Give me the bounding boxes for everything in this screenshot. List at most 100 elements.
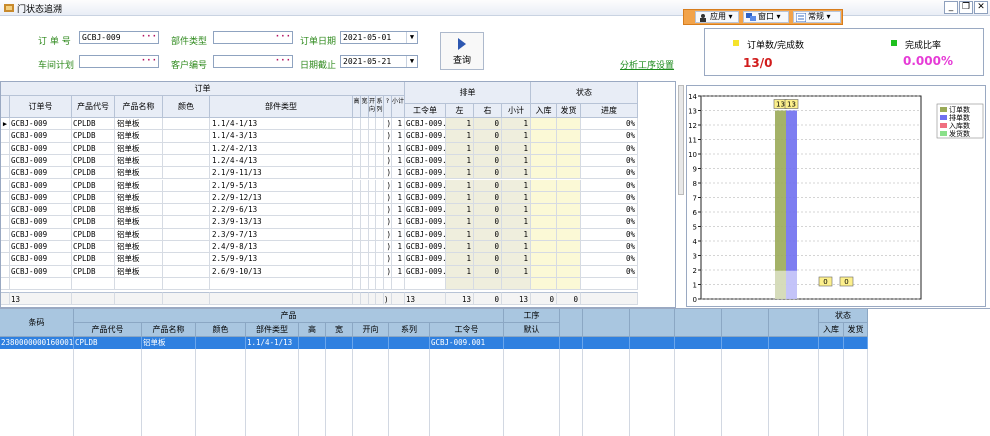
table-cell-sub[interactable]: 1 <box>502 142 531 155</box>
empty-cell[interactable] <box>163 277 210 291</box>
table-cell-q[interactable]: 1 <box>392 154 405 168</box>
table-cell-h5[interactable]: ) <box>384 130 392 143</box>
table-cell-h4[interactable] <box>376 142 384 155</box>
empty-cell[interactable] <box>474 277 502 291</box>
table-cell-name[interactable]: 铝单板 <box>115 130 163 143</box>
table-cell-code[interactable]: CPLDB <box>72 241 115 254</box>
table-cell-code[interactable]: CPLDB <box>72 142 115 155</box>
window-menu-button[interactable]: 窗口 ▾ <box>743 11 789 23</box>
row-cell-e4[interactable] <box>675 337 722 349</box>
table-cell-right[interactable]: 0 <box>474 191 502 205</box>
lookup-icon[interactable]: ··· <box>141 32 157 42</box>
empty-cell[interactable] <box>446 277 474 291</box>
table-cell-h1[interactable] <box>353 142 361 155</box>
row-cell-series[interactable] <box>389 337 430 349</box>
table-cell-code[interactable]: CPLDB <box>72 265 115 278</box>
table-cell-in[interactable] <box>531 130 557 143</box>
table-cell-color[interactable] <box>163 118 210 131</box>
table-cell-name[interactable]: 铝单板 <box>115 241 163 254</box>
table-cell-left[interactable]: 1 <box>446 130 474 143</box>
table-cell-h3[interactable] <box>369 228 376 241</box>
table-cell-h3[interactable] <box>369 142 376 155</box>
table-cell-ship[interactable] <box>557 228 581 241</box>
table-cell-color[interactable] <box>163 204 210 217</box>
column-header-color[interactable]: 颜色 <box>163 96 210 118</box>
table-cell-sub[interactable]: 1 <box>502 265 531 278</box>
empty-cell[interactable] <box>10 277 72 291</box>
table-cell-in[interactable] <box>531 265 557 278</box>
table-cell-h4[interactable] <box>376 265 384 278</box>
table-cell-sel[interactable] <box>1 154 10 168</box>
column-header-order_no[interactable]: 订单号 <box>10 96 72 118</box>
table-cell-ship[interactable] <box>557 167 581 180</box>
close-button[interactable]: ✕ <box>974 1 988 14</box>
column-header-in[interactable]: 入库 <box>819 323 844 337</box>
table-cell-wo[interactable]: GCBJ-009. <box>405 204 446 217</box>
table-cell-left[interactable]: 1 <box>446 204 474 217</box>
table-cell-h3[interactable] <box>369 265 376 278</box>
table-cell-order_no[interactable]: GCBJ-009 <box>10 130 72 143</box>
table-cell-sel[interactable] <box>1 130 10 143</box>
table-cell-prog[interactable]: 0% <box>581 118 638 131</box>
table-cell-wo[interactable]: GCBJ-009. <box>405 265 446 278</box>
table-cell-h3[interactable] <box>369 216 376 229</box>
row-cell-name[interactable]: 铝单板 <box>142 337 196 349</box>
row-cell-in[interactable] <box>819 337 844 349</box>
order-no-input[interactable]: GCBJ-009 ··· <box>79 31 159 44</box>
table-cell-order_no[interactable]: GCBJ-009 <box>10 179 72 192</box>
table-cell-in[interactable] <box>531 241 557 254</box>
table-cell-color[interactable] <box>163 167 210 180</box>
table-cell-sub[interactable]: 1 <box>502 216 531 229</box>
table-cell-left[interactable]: 1 <box>446 216 474 229</box>
column-header-default[interactable]: 默认 <box>504 323 560 337</box>
table-cell-h5[interactable]: ) <box>384 118 392 131</box>
table-cell-left[interactable]: 1 <box>446 142 474 155</box>
table-cell-ship[interactable] <box>557 142 581 155</box>
column-header-wo[interactable]: 工令号 <box>430 323 504 337</box>
table-cell-wo[interactable]: GCBJ-009. <box>405 191 446 205</box>
splitter-handle[interactable] <box>678 85 684 195</box>
table-cell-code[interactable]: CPLDB <box>72 191 115 205</box>
table-cell-name[interactable]: 铝单板 <box>115 167 163 180</box>
empty-cell[interactable] <box>1 277 10 291</box>
table-cell-name[interactable]: 铝单板 <box>115 154 163 168</box>
row-cell-e5[interactable] <box>722 337 769 349</box>
table-cell-h3[interactable] <box>369 191 376 205</box>
column-header-left[interactable]: 左 <box>446 104 474 118</box>
table-cell-h2[interactable] <box>361 191 369 205</box>
column-header-h3[interactable]: 开向 <box>369 96 376 118</box>
table-cell-h5[interactable]: ) <box>384 191 392 205</box>
table-cell-name[interactable]: 铝单板 <box>115 265 163 278</box>
table-cell-h3[interactable] <box>369 118 376 131</box>
column-header-part[interactable]: 部件类型 <box>246 323 299 337</box>
row-cell-e1[interactable] <box>560 337 583 349</box>
table-cell-in[interactable] <box>531 142 557 155</box>
table-cell-h3[interactable] <box>369 253 376 266</box>
table-cell-ship[interactable] <box>557 191 581 205</box>
table-cell-prog[interactable]: 0% <box>581 130 638 143</box>
order-grid[interactable]: 订单 排单 状态 订单号 产品代号 产品名称 颜色 部件类型高宽开向 系列? 小计 工令单左右小计入… <box>0 81 676 308</box>
table-cell-sel[interactable] <box>1 179 10 192</box>
table-cell-q[interactable]: 1 <box>392 167 405 180</box>
empty-cell[interactable] <box>353 277 361 291</box>
empty-cell[interactable] <box>502 277 531 291</box>
table-cell-h5[interactable]: ) <box>384 142 392 155</box>
table-cell-h2[interactable] <box>361 179 369 192</box>
table-cell-h1[interactable] <box>353 216 361 229</box>
table-cell-prog[interactable]: 0% <box>581 265 638 278</box>
table-cell-q[interactable]: 1 <box>392 130 405 143</box>
table-cell-in[interactable] <box>531 179 557 192</box>
table-cell-h5[interactable]: ) <box>384 265 392 278</box>
column-header-name[interactable]: 产品名称 <box>115 96 163 118</box>
table-cell-prog[interactable]: 0% <box>581 179 638 192</box>
row-cell-wo[interactable]: GCBJ-009.001 <box>430 337 504 349</box>
table-cell-part[interactable]: 2.5/9-9/13 <box>210 253 353 266</box>
table-cell-prog[interactable]: 0% <box>581 216 638 229</box>
column-header-h1[interactable]: 高 <box>353 96 361 118</box>
analysis-settings-link[interactable]: 分析工序设置 <box>620 58 674 71</box>
table-cell-right[interactable]: 0 <box>474 142 502 155</box>
table-cell-in[interactable] <box>531 228 557 241</box>
table-cell-order_no[interactable]: GCBJ-009 <box>10 241 72 254</box>
table-cell-wo[interactable]: GCBJ-009. <box>405 167 446 180</box>
table-cell-sub[interactable]: 1 <box>502 118 531 131</box>
